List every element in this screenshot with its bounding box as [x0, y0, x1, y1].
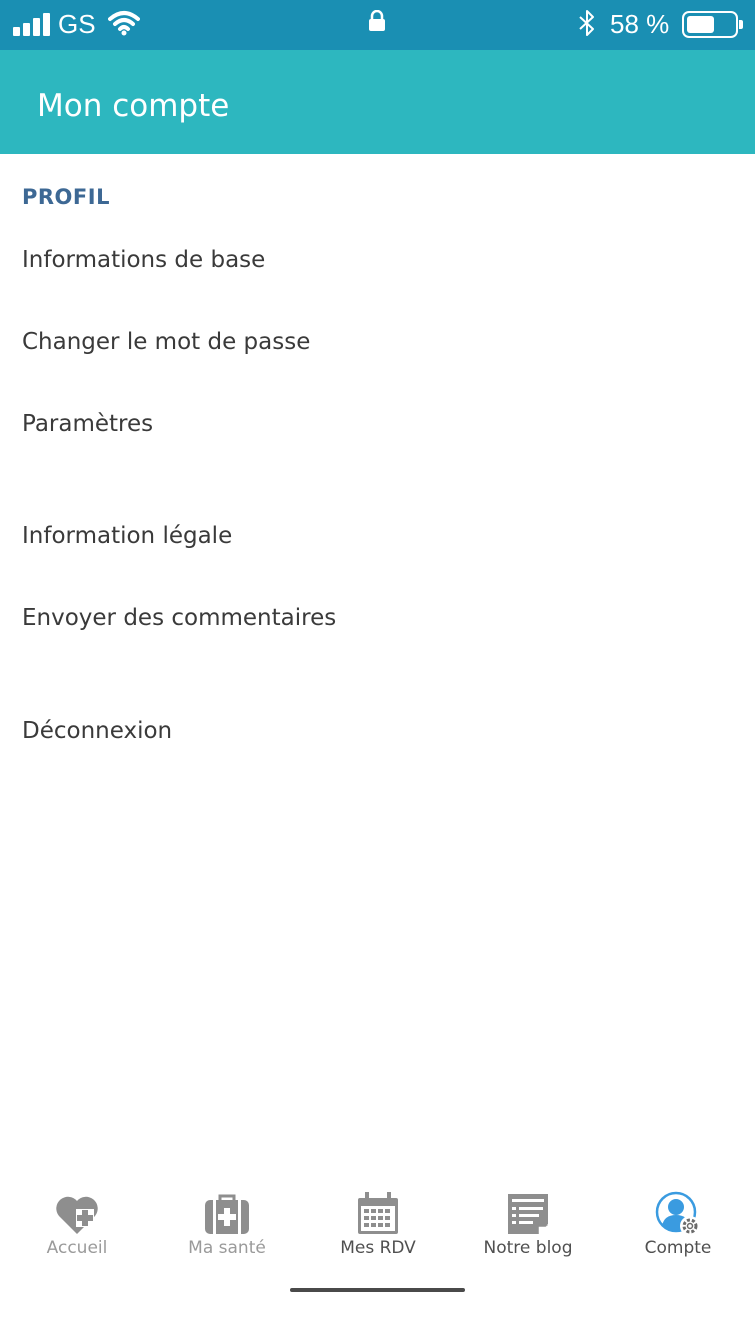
- heart-plus-icon: [53, 1190, 101, 1238]
- battery-icon: [682, 11, 743, 38]
- bluetooth-icon: [578, 9, 596, 42]
- account-settings-icon: [654, 1190, 702, 1238]
- carrier-name: GS: [58, 9, 96, 39]
- page-title: Mon compte: [37, 88, 230, 124]
- calendar-icon: [354, 1190, 402, 1238]
- tab-accueil[interactable]: Accueil: [2, 1180, 152, 1270]
- menu-item-change-password[interactable]: Changer le mot de passe: [0, 314, 755, 370]
- blog-icon: [504, 1190, 552, 1238]
- screen: GS 58 % Mon compte PROFIL Informations d…: [0, 0, 755, 1334]
- menu-item-legal-info[interactable]: Information légale: [0, 508, 755, 564]
- tab-notre-blog[interactable]: Notre blog: [453, 1180, 603, 1270]
- signal-icon: [13, 12, 50, 36]
- home-indicator: [290, 1288, 465, 1292]
- lock-icon: [368, 9, 386, 37]
- tab-mes-rdv[interactable]: Mes RDV: [303, 1180, 453, 1270]
- tab-label: Compte: [644, 1238, 712, 1258]
- medical-kit-icon: [203, 1190, 251, 1238]
- bottom-tab-bar: Accueil Ma santé Mes RDV Notre blog Comp…: [0, 1180, 755, 1280]
- tab-label: Mes RDV: [340, 1238, 416, 1258]
- menu-item-basic-info[interactable]: Informations de base: [0, 232, 755, 288]
- battery-percentage: 58 %: [610, 9, 670, 39]
- battery-fill: [687, 16, 714, 33]
- tab-label: Accueil: [46, 1238, 108, 1258]
- tab-label: Notre blog: [483, 1238, 573, 1258]
- profile-section-label: PROFIL: [22, 185, 110, 209]
- tab-compte[interactable]: Compte: [603, 1180, 753, 1270]
- wifi-icon: [108, 10, 140, 41]
- status-bar: GS 58 %: [0, 0, 755, 50]
- menu-item-settings[interactable]: Paramètres: [0, 396, 755, 452]
- menu-item-feedback[interactable]: Envoyer des commentaires: [0, 590, 755, 646]
- app-header: Mon compte: [0, 50, 755, 154]
- menu-item-logout[interactable]: Déconnexion: [0, 703, 755, 759]
- tab-ma-sante[interactable]: Ma santé: [152, 1180, 302, 1270]
- tab-label: Ma santé: [188, 1238, 266, 1258]
